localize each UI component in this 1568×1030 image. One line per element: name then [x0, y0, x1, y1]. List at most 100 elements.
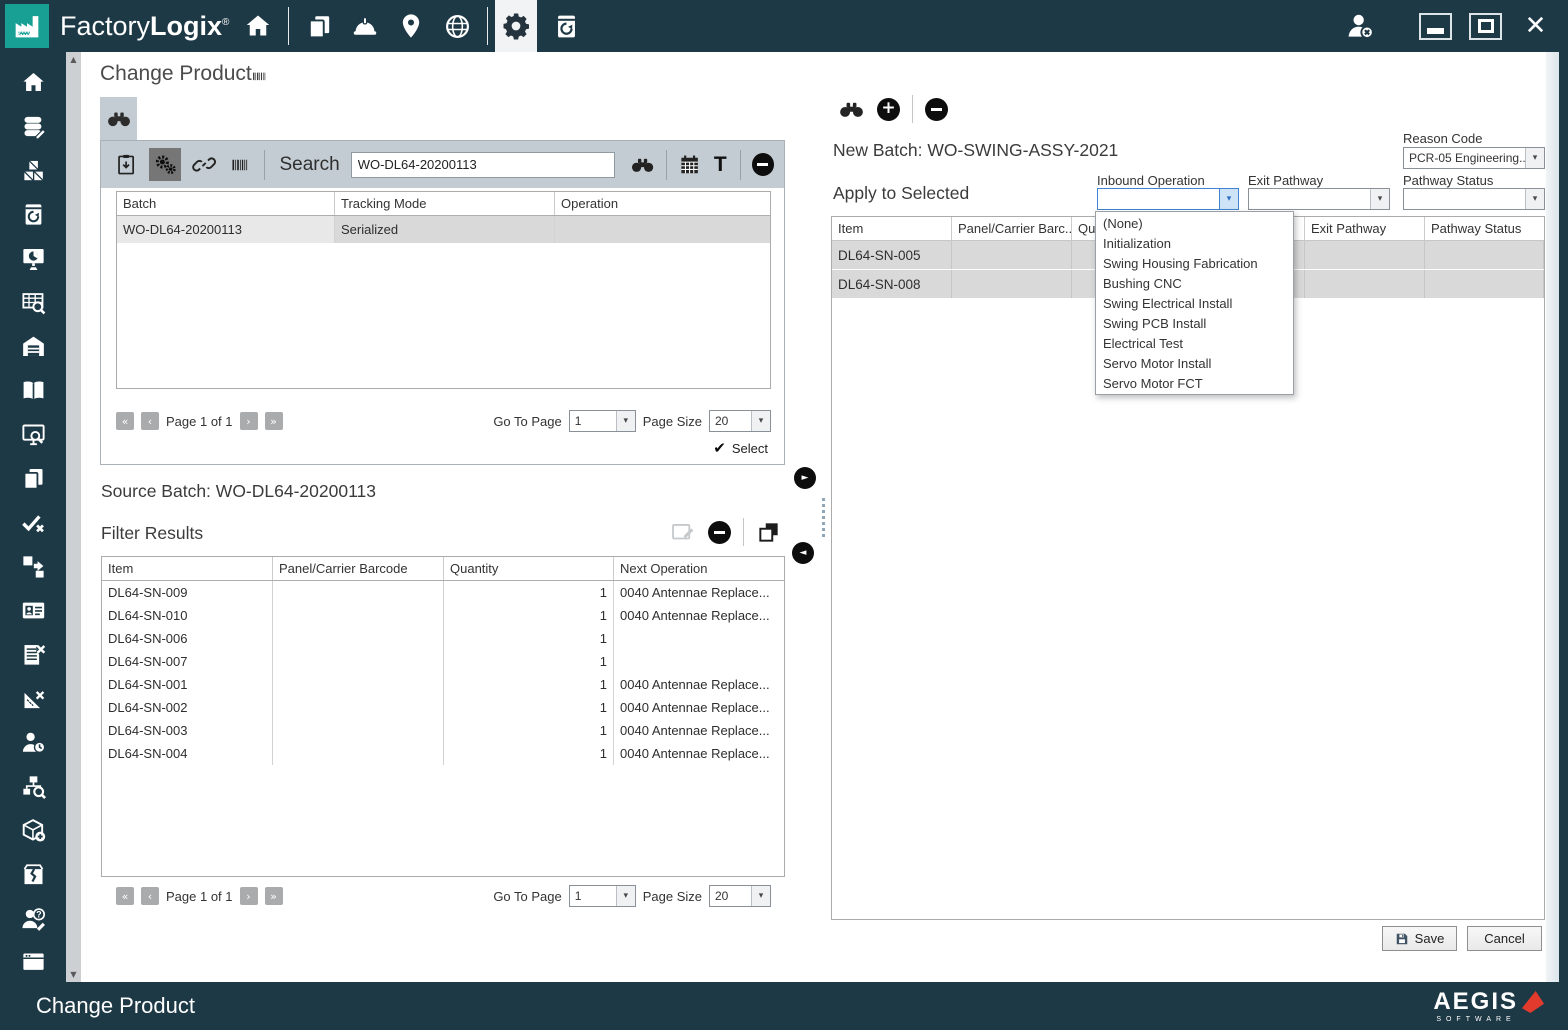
pathway-status-combobox[interactable]: ▾: [1403, 188, 1545, 210]
splitter-handle[interactable]: [822, 498, 825, 537]
first-page-button[interactable]: «: [116, 412, 134, 430]
global-button[interactable]: [434, 3, 480, 49]
sidebar-item-dashboard[interactable]: [20, 245, 47, 272]
column-header-pathway-status[interactable]: Pathway Status: [1425, 217, 1544, 240]
sidebar-item-review-search[interactable]: [20, 421, 47, 448]
sidebar-item-documentation[interactable]: [20, 377, 47, 404]
exit-pathway-combobox[interactable]: ▾: [1248, 188, 1390, 210]
dropdown-option[interactable]: (None): [1096, 213, 1293, 233]
sidebar-item-validate[interactable]: [20, 509, 47, 536]
inbound-operation-combobox-open[interactable]: ▾: [1097, 188, 1239, 210]
sidebar-item-copy[interactable]: [20, 465, 47, 492]
table-row-item[interactable]: DL64-SN-010 1 0040 Antennae Replace...: [102, 604, 784, 627]
sidebar-item-home[interactable]: [20, 69, 47, 96]
next-page-button[interactable]: ›: [239, 887, 258, 905]
move-right-button[interactable]: ►: [794, 467, 816, 489]
next-page-button[interactable]: ›: [239, 412, 258, 430]
table-row-batch[interactable]: WO-DL64-20200113 Serialized: [117, 216, 770, 243]
table-row-item[interactable]: DL64-SN-002 1 0040 Antennae Replace...: [102, 696, 784, 719]
table-row-item[interactable]: DL64-SN-001 1 0040 Antennae Replace...: [102, 673, 784, 696]
scroll-up-icon[interactable]: ▲: [70, 55, 76, 64]
table-row-item[interactable]: DL64-SN-003 1 0040 Antennae Replace...: [102, 719, 784, 742]
dropdown-option[interactable]: Servo Motor Install: [1096, 353, 1293, 373]
dropdown-option[interactable]: Swing Electrical Install: [1096, 293, 1293, 313]
cancel-button[interactable]: Cancel: [1467, 926, 1542, 951]
column-header-exit-pathway[interactable]: Exit Pathway: [1305, 217, 1425, 240]
minimize-button[interactable]: [1419, 12, 1452, 40]
sidebar-item-materials[interactable]: [20, 157, 47, 184]
last-page-button[interactable]: »: [264, 887, 283, 905]
sidebar-item-list-remove[interactable]: [20, 641, 47, 668]
home-button[interactable]: [235, 3, 281, 49]
dropdown-option[interactable]: Electrical Test: [1096, 333, 1293, 353]
column-header-panel-barcode[interactable]: Panel/Carrier Barc...: [952, 217, 1072, 240]
location-button[interactable]: [388, 3, 434, 49]
sidebar-item-measure-remove[interactable]: [20, 685, 47, 712]
save-button[interactable]: Save: [1382, 926, 1457, 951]
close-button[interactable]: ✕: [1519, 13, 1552, 40]
move-left-button[interactable]: ◄: [792, 542, 814, 564]
find-batch-binoculars-icon[interactable]: [838, 96, 865, 123]
reason-code-combobox[interactable]: PCR-05 Engineering... ▾: [1403, 147, 1545, 169]
prev-page-button[interactable]: ‹: [141, 412, 159, 430]
last-page-button[interactable]: »: [264, 412, 283, 430]
settings-toggle-button-pressed[interactable]: [149, 148, 182, 181]
tab-batch-search[interactable]: [100, 97, 137, 140]
paste-batch-icon[interactable]: [114, 152, 138, 177]
table-row-item[interactable]: DL64-SN-007 1: [102, 650, 784, 673]
table-row-item[interactable]: DL64-SN-006 1: [102, 627, 784, 650]
calendar-icon[interactable]: [678, 153, 701, 177]
clear-search-button[interactable]: [751, 153, 774, 176]
dropdown-option[interactable]: Swing PCB Install: [1096, 313, 1293, 333]
column-header-panel-barcode[interactable]: Panel/Carrier Barcode: [273, 557, 444, 580]
first-page-button[interactable]: «: [116, 887, 134, 905]
sidebar-item-transfer[interactable]: [20, 553, 47, 580]
column-header-item[interactable]: Item: [832, 217, 952, 240]
maximize-button[interactable]: [1469, 12, 1502, 40]
barcode-scan-icon[interactable]: [227, 156, 252, 174]
page-size-combobox[interactable]: 20 ▾: [709, 885, 771, 907]
column-header-item[interactable]: Item: [102, 557, 273, 580]
sidebar-item-terminal[interactable]: [20, 949, 47, 976]
goto-page-combobox[interactable]: 1 ▾: [568, 410, 636, 432]
sidebar-item-data-editor[interactable]: [20, 113, 47, 140]
sidebar-item-operator-question[interactable]: [20, 905, 47, 932]
page-size-combobox[interactable]: 20 ▾: [709, 410, 771, 432]
dropdown-option[interactable]: Swing Housing Fabrication: [1096, 253, 1293, 273]
copy-pages-button[interactable]: [296, 3, 342, 49]
dropdown-option[interactable]: Bushing CNC: [1096, 273, 1293, 293]
right-scroll-strip[interactable]: [1546, 52, 1559, 982]
dropdown-option[interactable]: Initialization: [1096, 233, 1293, 253]
table-row-item[interactable]: DL64-SN-004 1 0040 Antennae Replace...: [102, 742, 784, 765]
link-icon[interactable]: [192, 152, 216, 177]
copy-results-icon[interactable]: [756, 519, 782, 545]
production-button[interactable]: [342, 3, 388, 49]
column-header-tracking-mode[interactable]: Tracking Mode: [335, 192, 555, 215]
column-header-operation[interactable]: Operation: [555, 192, 770, 215]
sidebar-item-batch-restore[interactable]: [20, 201, 47, 228]
sidebar-item-data-query[interactable]: [20, 289, 47, 316]
goto-page-combobox[interactable]: 1 ▾: [568, 885, 636, 907]
batch-restore-button[interactable]: [543, 3, 589, 49]
search-input[interactable]: [350, 151, 615, 178]
sidebar-item-warehouse[interactable]: [20, 333, 47, 360]
column-header-batch[interactable]: Batch: [117, 192, 335, 215]
prev-page-button[interactable]: ‹: [141, 887, 159, 905]
text-filter-icon[interactable]: T: [712, 153, 729, 177]
column-header-next-operation[interactable]: Next Operation: [614, 557, 784, 580]
scroll-down-icon[interactable]: ▼: [70, 970, 76, 979]
add-items-button[interactable]: +: [877, 97, 900, 121]
sidebar-item-operator-time[interactable]: [20, 729, 47, 756]
remove-filter-button[interactable]: [708, 520, 731, 544]
remove-items-button[interactable]: [925, 97, 948, 121]
sidebar-item-package-damage[interactable]: [20, 861, 47, 888]
column-header-quantity[interactable]: Quantity: [444, 557, 614, 580]
logout-user-button[interactable]: [1337, 3, 1383, 49]
dropdown-option[interactable]: Servo Motor FCT: [1096, 373, 1293, 393]
select-button[interactable]: ✔ Select: [713, 439, 768, 457]
sidebar-item-id-badge[interactable]: [20, 597, 47, 624]
settings-button-active[interactable]: [495, 0, 538, 52]
table-row-item[interactable]: DL64-SN-009 1 0040 Antennae Replace...: [102, 581, 784, 604]
sidebar-item-package-add[interactable]: [20, 817, 47, 844]
sidebar-scrollbar[interactable]: ▲ ▼: [66, 52, 81, 982]
